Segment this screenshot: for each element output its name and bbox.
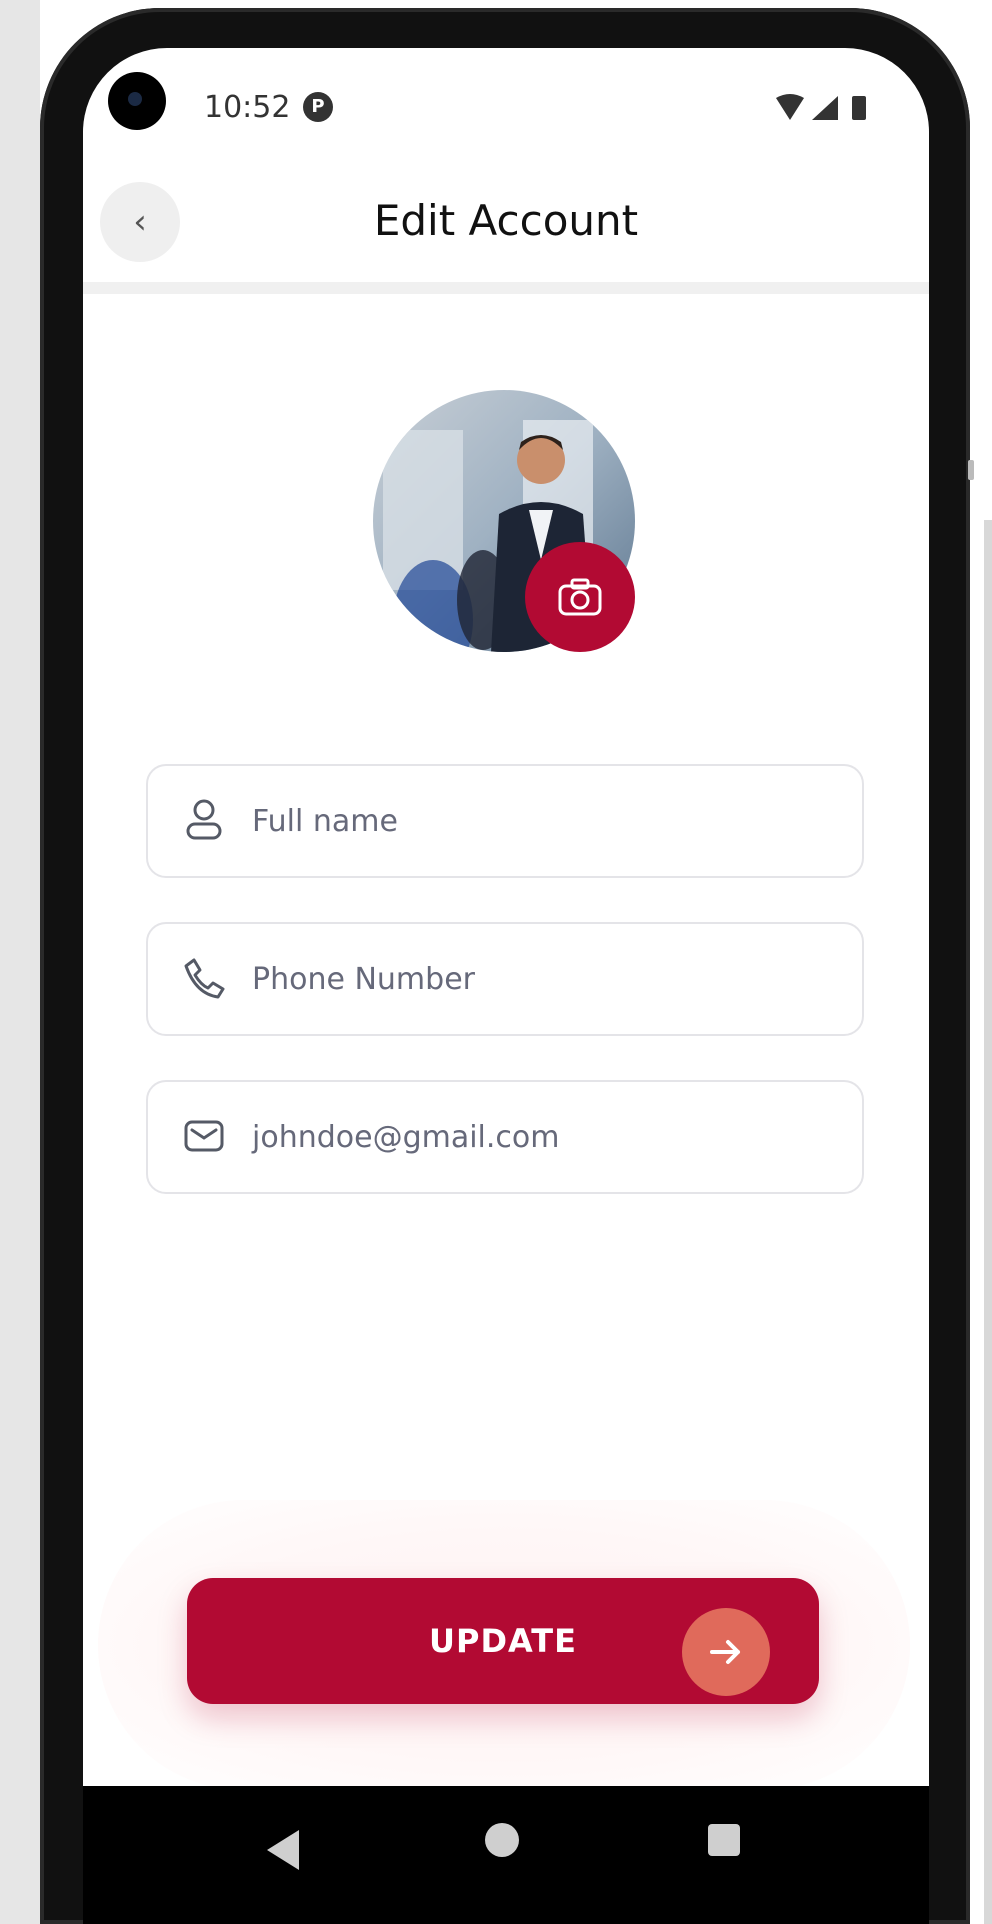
phone-right-edge [984, 520, 992, 1924]
mail-icon [184, 1120, 224, 1152]
phone-number-placeholder: Phone Number [252, 961, 475, 997]
phone-number-field[interactable]: Phone Number [146, 922, 864, 1036]
phone-icon [184, 958, 225, 999]
update-label: UPDATE [429, 1622, 577, 1660]
arrow-right-icon [710, 1640, 740, 1664]
full-name-field[interactable]: Full name [146, 764, 864, 878]
notification-icon: P [303, 92, 333, 122]
email-field[interactable]: johndoe@gmail.com [146, 1080, 864, 1194]
phone-frame: 10:52 P ‹ Edit Account Full name Phone N… [0, 0, 992, 1924]
full-name-placeholder: Full name [252, 803, 398, 839]
battery-icon [852, 96, 866, 120]
status-time: 10:52 [204, 90, 291, 125]
side-button [968, 460, 974, 480]
change-photo-button[interactable] [525, 542, 635, 652]
page-title: Edit Account [373, 196, 639, 245]
nav-recent-apps-icon[interactable] [708, 1824, 740, 1856]
wifi-icon [776, 94, 804, 120]
email-value: johndoe@gmail.com [252, 1119, 560, 1155]
nav-back-icon[interactable] [263, 1820, 303, 1880]
header-divider [83, 282, 929, 294]
user-icon [186, 799, 222, 840]
arrow-right-button[interactable] [682, 1608, 770, 1696]
nav-home-icon[interactable] [485, 1823, 519, 1857]
system-status-icons [776, 94, 866, 120]
signal-icon [812, 96, 838, 120]
front-camera [108, 72, 166, 130]
camera-icon [558, 578, 602, 616]
left-background-strip [0, 0, 40, 1924]
